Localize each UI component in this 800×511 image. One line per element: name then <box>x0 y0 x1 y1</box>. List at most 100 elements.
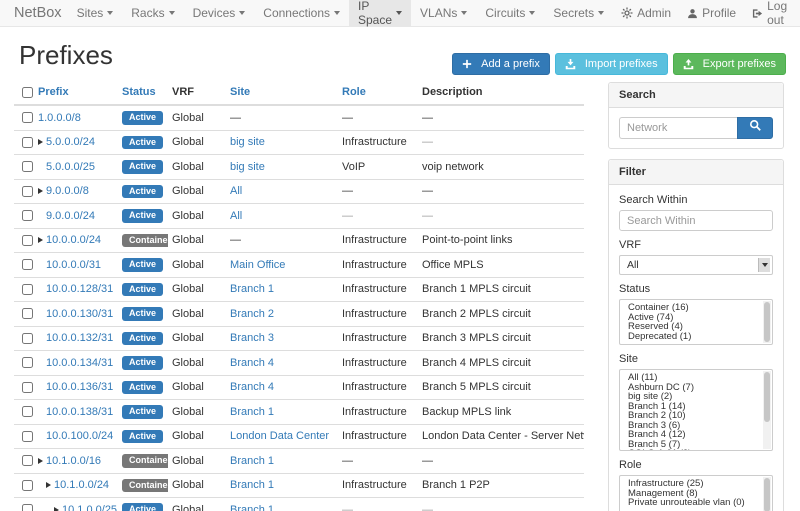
role-filter-listbox[interactable]: Infrastructure (25)Management (8)Private… <box>619 475 773 511</box>
column-header-prefix[interactable]: Prefix <box>34 82 118 105</box>
row-checkbox[interactable] <box>22 431 33 442</box>
listbox-option[interactable]: COLO-1-01 (3) <box>620 449 772 451</box>
nav-item-secrets[interactable]: Secrets <box>544 0 613 26</box>
row-checkbox[interactable] <box>22 210 33 221</box>
nav-item-devices[interactable]: Devices <box>184 0 255 26</box>
site-link[interactable]: Branch 1 <box>230 455 274 467</box>
export-prefixes-button[interactable]: Export prefixes <box>673 53 786 75</box>
role-value: Infrastructure <box>342 259 407 271</box>
search-input[interactable] <box>619 117 737 139</box>
prefix-link[interactable]: 5.0.0.0/25 <box>46 161 95 173</box>
prefix-link[interactable]: 10.0.0.132/31 <box>46 332 113 344</box>
prefix-link[interactable]: 10.1.0.0/16 <box>46 455 101 467</box>
row-checkbox[interactable] <box>22 235 33 246</box>
prefix-link[interactable]: 1.0.0.0/8 <box>38 112 81 124</box>
row-checkbox[interactable] <box>22 504 33 511</box>
listbox-option[interactable]: Private unrouteable vlan (0) <box>620 498 772 508</box>
row-checkbox[interactable] <box>22 112 33 123</box>
listbox-option[interactable]: Deprecated (1) <box>620 332 772 342</box>
scrollbar-thumb[interactable] <box>764 302 770 342</box>
prefix-link[interactable]: 10.0.0.130/31 <box>46 308 113 320</box>
select-all-checkbox[interactable] <box>22 87 33 98</box>
site-link[interactable]: big site <box>230 136 265 148</box>
column-header-link[interactable]: Role <box>342 86 366 98</box>
listbox-scrollbar[interactable] <box>763 477 771 511</box>
prefix-link[interactable]: 10.1.0.0/25 <box>62 504 117 511</box>
prefix-link[interactable]: 10.0.0.134/31 <box>46 357 113 369</box>
column-header-link[interactable]: Site <box>230 86 250 98</box>
prefix-link[interactable]: 5.0.0.0/24 <box>46 136 95 148</box>
column-header-status[interactable]: Status <box>118 82 168 105</box>
nav-item-ip-space[interactable]: IP Space <box>349 0 411 26</box>
column-header-site[interactable]: Site <box>226 82 338 105</box>
prefix-link[interactable]: 10.0.100.0/24 <box>46 430 113 442</box>
search-within-input[interactable] <box>619 210 773 231</box>
site-link[interactable]: Branch 1 <box>230 504 274 511</box>
row-checkbox[interactable] <box>22 137 33 148</box>
vrf-cell: Global <box>168 204 226 229</box>
site-link[interactable]: Branch 4 <box>230 381 274 393</box>
row-checkbox[interactable] <box>22 455 33 466</box>
navbar-brand[interactable]: NetBox <box>0 0 68 26</box>
listbox-scrollbar[interactable] <box>763 301 771 343</box>
add-a-prefix-button[interactable]: Add a prefix <box>452 53 550 75</box>
nav-item-admin[interactable]: Admin <box>613 0 679 26</box>
expand-arrow-icon <box>38 139 43 145</box>
prefix-link[interactable]: 9.0.0.0/8 <box>46 185 89 197</box>
nav-item-racks[interactable]: Racks <box>122 0 183 26</box>
prefix-link[interactable]: 10.0.0.0/24 <box>46 234 101 246</box>
listbox-scrollbar[interactable] <box>763 371 771 449</box>
site-link[interactable]: Branch 1 <box>230 283 274 295</box>
vrf-cell: Global <box>168 449 226 474</box>
site-link[interactable]: Branch 1 <box>230 479 274 491</box>
nav-item-vlans[interactable]: VLANs <box>411 0 476 26</box>
site-cell: Branch 3 <box>226 326 338 351</box>
row-checkbox[interactable] <box>22 308 33 319</box>
site-link[interactable]: Branch 3 <box>230 332 274 344</box>
scrollbar-thumb[interactable] <box>764 478 770 511</box>
nav-item-connections[interactable]: Connections <box>254 0 349 26</box>
nav-item-sites[interactable]: Sites <box>68 0 123 26</box>
scrollbar-thumb[interactable] <box>764 372 770 422</box>
import-prefixes-button[interactable]: Import prefixes <box>555 53 668 75</box>
prefix-link[interactable]: 10.1.0.0/24 <box>54 479 109 491</box>
row-checkbox[interactable] <box>22 406 33 417</box>
prefix-link[interactable]: 10.0.0.128/31 <box>46 283 113 295</box>
row-checkbox[interactable] <box>22 186 33 197</box>
row-checkbox[interactable] <box>22 480 33 491</box>
search-button[interactable] <box>737 117 773 139</box>
prefix-link[interactable]: 10.0.0.0/31 <box>46 259 101 271</box>
nav-item-circuits[interactable]: Circuits <box>476 0 544 26</box>
table-header-row: PrefixStatusVRFSiteRoleDescription <box>14 82 584 105</box>
page-actions: Add a prefixImport prefixesExport prefix… <box>452 53 786 75</box>
site-link[interactable]: All <box>230 185 242 197</box>
site-link[interactable]: big site <box>230 161 265 173</box>
row-checkbox[interactable] <box>22 284 33 295</box>
row-checkbox[interactable] <box>22 161 33 172</box>
role-value: Infrastructure <box>342 381 407 393</box>
prefix-link[interactable]: 9.0.0.0/24 <box>46 210 95 222</box>
row-checkbox[interactable] <box>22 333 33 344</box>
column-header-role[interactable]: Role <box>338 82 418 105</box>
column-header-link[interactable]: Status <box>122 86 156 98</box>
indent-spacer <box>38 389 46 390</box>
site-link[interactable]: All <box>230 210 242 222</box>
site-link[interactable]: London Data Center <box>230 430 329 442</box>
filter-label-status: Status <box>619 283 773 295</box>
row-checkbox[interactable] <box>22 357 33 368</box>
site-filter-listbox[interactable]: All (11)Ashburn DC (7)big site (2)Branch… <box>619 369 773 451</box>
prefix-link[interactable]: 10.0.0.136/31 <box>46 381 113 393</box>
row-checkbox[interactable] <box>22 259 33 270</box>
row-checkbox[interactable] <box>22 382 33 393</box>
site-link[interactable]: Branch 4 <box>230 357 274 369</box>
vrf-select[interactable]: All <box>619 255 773 275</box>
site-link[interactable]: Branch 2 <box>230 308 274 320</box>
site-link[interactable]: Branch 1 <box>230 406 274 418</box>
status-filter-listbox[interactable]: Container (16)Active (74)Reserved (4)Dep… <box>619 299 773 345</box>
nav-item-log-out[interactable]: Log out <box>744 0 795 26</box>
site-link[interactable]: Main Office <box>230 259 285 271</box>
prefix-link[interactable]: 10.0.0.138/31 <box>46 406 113 418</box>
nav-item-profile[interactable]: Profile <box>679 0 744 26</box>
role-cell: — <box>338 105 418 130</box>
column-header-link[interactable]: Prefix <box>38 86 69 98</box>
